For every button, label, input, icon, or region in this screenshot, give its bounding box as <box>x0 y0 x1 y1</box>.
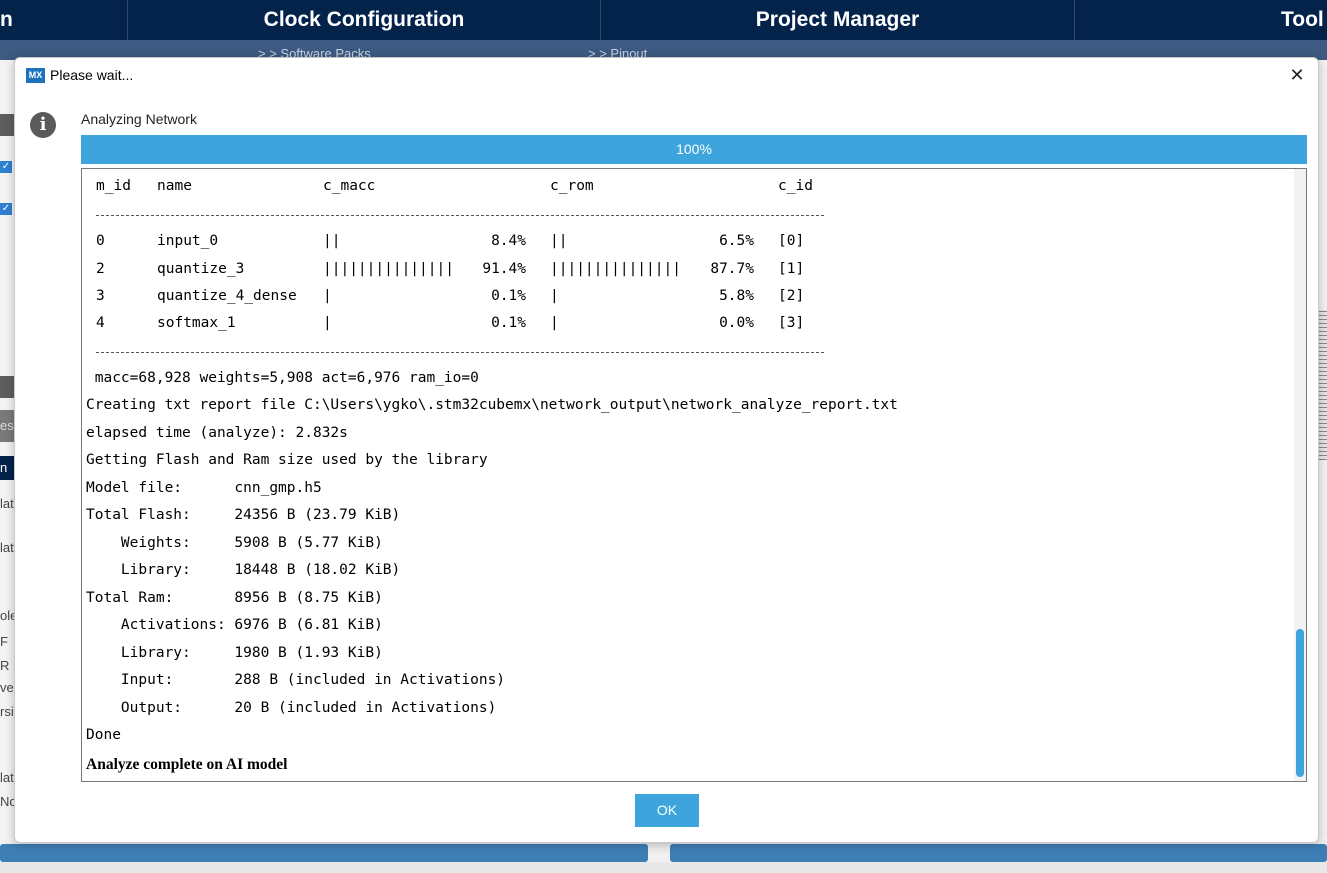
background-scrollbar[interactable] <box>0 844 648 862</box>
checkbox-icon[interactable]: ✓ <box>0 161 12 173</box>
log-line: Getting Flash and Ram size used by the l… <box>86 452 488 468</box>
log-line: Library: 18448 B (18.02 KiB) <box>86 562 401 578</box>
panel-label: rsi <box>0 704 14 719</box>
console-output[interactable]: m_id name c_macc c_rom c_id 0 input_0 ||… <box>81 168 1307 782</box>
panel-header <box>0 376 14 398</box>
panel-item-selected[interactable]: n <box>0 456 14 480</box>
log-line: Library: 1980 B (1.93 KiB) <box>86 645 383 661</box>
log-line: Activations: 6976 B (6.81 KiB) <box>86 617 383 633</box>
column-header-c-id: c_id <box>778 178 813 194</box>
panel-label: R <box>0 658 10 673</box>
background-hatch <box>1319 310 1327 460</box>
close-icon[interactable]: ✕ <box>1284 62 1310 88</box>
ok-button[interactable]: OK <box>635 794 699 827</box>
app-tab-bar: n Clock Configuration Project Manager To… <box>0 0 1327 40</box>
scrollbar-thumb[interactable] <box>1296 629 1304 777</box>
log-line: macc=68,928 weights=5,908 act=6,976 ram_… <box>86 370 479 386</box>
log-line: Creating txt report file C:\Users\ygko\.… <box>86 397 898 413</box>
tab-partial-left[interactable]: n <box>0 0 128 40</box>
background-scrollbar[interactable] <box>670 844 1327 862</box>
panel-item[interactable]: es <box>0 410 14 442</box>
panel-header <box>0 114 14 136</box>
final-message: Analyze complete on AI model <box>86 756 288 773</box>
log-line: Output: 20 B (included in Activations) <box>86 700 497 716</box>
column-header-c-macc: c_macc <box>323 178 376 194</box>
table-divider <box>96 215 824 216</box>
column-header-c-rom: c_rom <box>550 178 594 194</box>
log-line: Weights: 5908 B (5.77 KiB) <box>86 535 383 551</box>
table-divider <box>96 352 824 353</box>
panel-label: ve <box>0 680 14 695</box>
panel-label: F <box>0 634 8 649</box>
panel-label: ole <box>0 608 14 623</box>
column-header-name: name <box>157 178 192 194</box>
background-footer <box>0 862 1327 873</box>
log-line: Input: 288 B (included in Activations) <box>86 672 506 688</box>
panel-label: lat <box>0 540 14 555</box>
dialog-title: Please wait... <box>50 67 134 83</box>
please-wait-dialog: MX Please wait... ✕ i Analyzing Network … <box>14 57 1319 843</box>
info-icon: i <box>30 112 56 138</box>
tab-clock-configuration[interactable]: Clock Configuration <box>128 0 601 40</box>
column-header-m-id: m_id <box>96 178 131 194</box>
log-line: Total Flash: 24356 B (23.79 KiB) <box>86 507 401 523</box>
tab-project-manager[interactable]: Project Manager <box>601 0 1075 40</box>
log-line: Model file: cnn_gmp.h5 <box>86 480 322 496</box>
panel-label: lat <box>0 770 14 785</box>
status-label: Analyzing Network <box>81 111 197 127</box>
panel-label: No <box>0 794 14 809</box>
checkbox-icon[interactable]: ✓ <box>0 203 12 215</box>
progress-bar: 100% <box>81 135 1307 164</box>
tab-tools[interactable]: Tool <box>1075 0 1327 40</box>
dialog-titlebar[interactable]: MX Please wait... ✕ <box>15 58 1318 92</box>
stm32cubemx-icon: MX <box>26 68 45 83</box>
log-line: elapsed time (analyze): 2.832s <box>86 425 348 441</box>
log-line: Total Ram: 8956 B (8.75 KiB) <box>86 590 383 606</box>
log-line: Done <box>86 727 121 743</box>
background-left-panel: ✓ ✓ es n lat lat ole F R ve rsi lat No <box>0 60 14 840</box>
console-scrollbar[interactable] <box>1294 169 1306 781</box>
panel-label: lat <box>0 496 14 511</box>
